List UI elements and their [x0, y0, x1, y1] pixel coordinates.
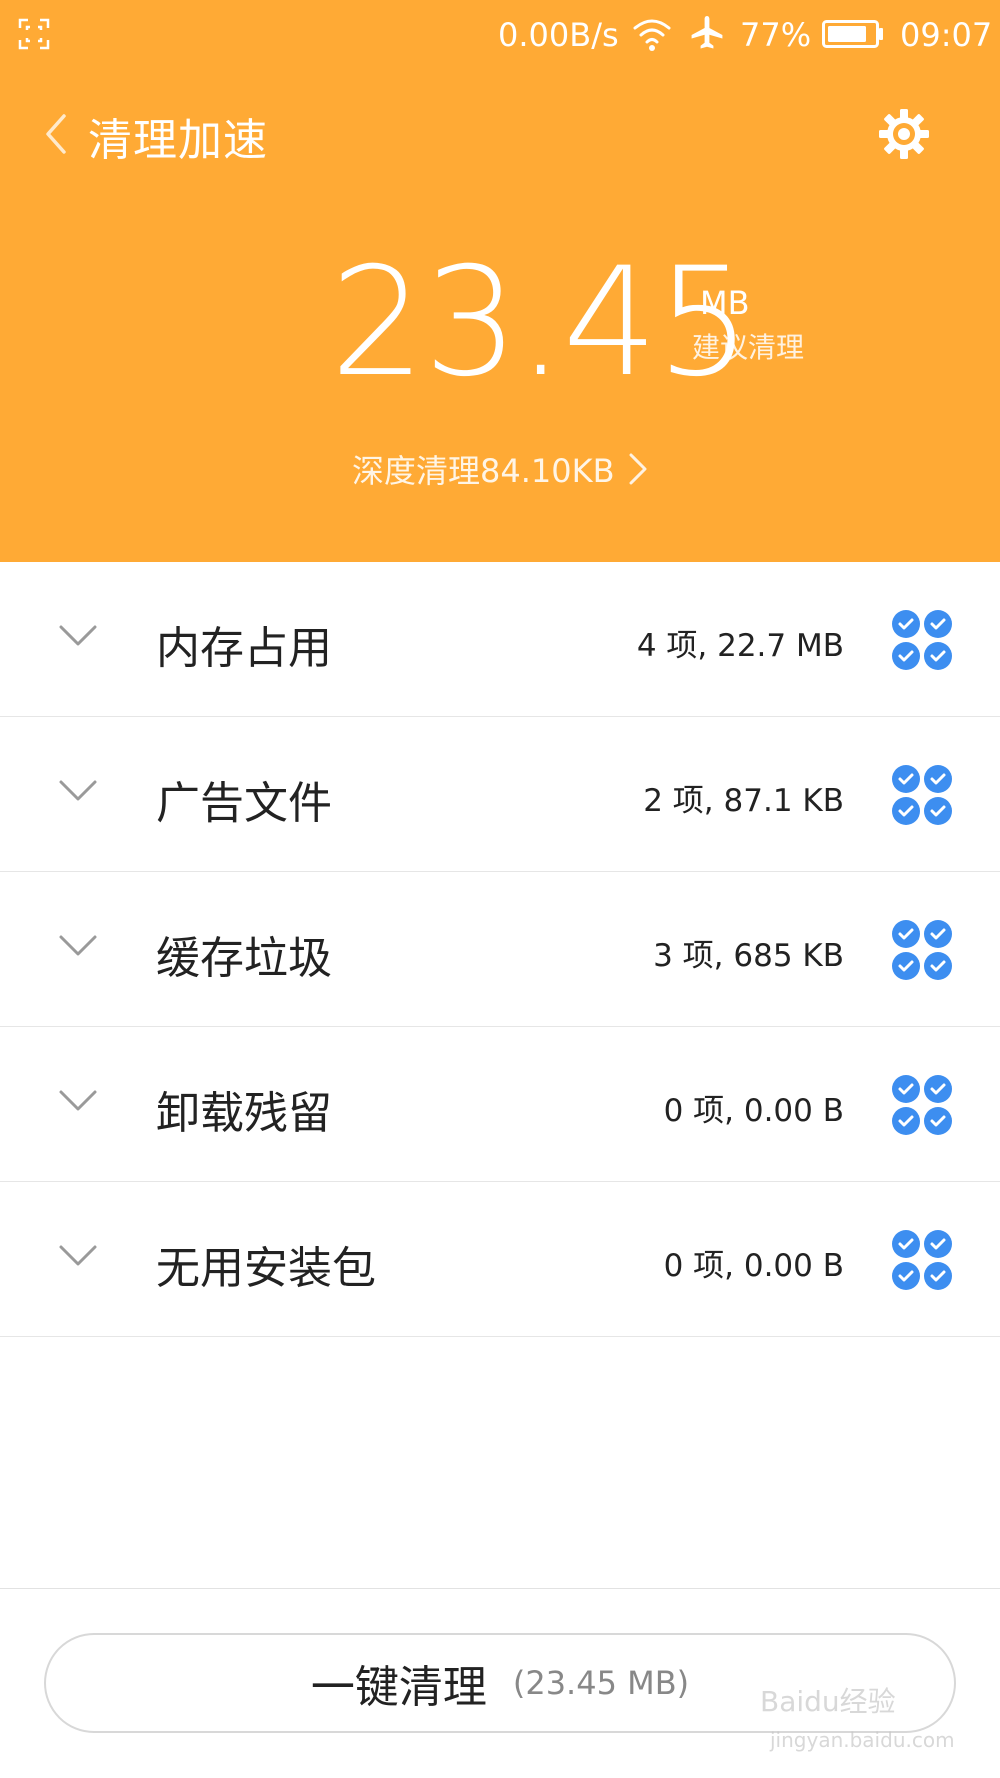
cleanup-category-list: 内存占用 4 项, 22.7 MB 广告文件 2 项, 87.1 KB 缓存垃圾…	[0, 562, 1000, 1337]
bottom-divider	[0, 1588, 1000, 1589]
category-row-ad-files[interactable]: 广告文件 2 项, 87.1 KB	[0, 717, 1000, 872]
battery-percent: 77%	[740, 16, 812, 54]
chevron-down-icon[interactable]	[58, 777, 98, 805]
category-label: 卸载残留	[156, 1088, 332, 1139]
network-speed: 0.00B/s	[498, 16, 619, 54]
select-all-check-icon[interactable]	[890, 763, 954, 827]
category-label: 无用安装包	[156, 1243, 376, 1294]
header: 0.00B/s 77% 09:07 清理加速 23.45 MB 建议清理 深度清…	[0, 0, 1000, 562]
chevron-right-icon	[629, 453, 647, 485]
select-all-check-icon[interactable]	[890, 608, 954, 672]
category-meta: 0 项, 0.00 B	[663, 1093, 844, 1129]
category-row-memory[interactable]: 内存占用 4 项, 22.7 MB	[0, 562, 1000, 717]
chevron-down-icon[interactable]	[58, 622, 98, 650]
category-meta: 4 项, 22.7 MB	[636, 628, 844, 664]
watermark-text: Baidu经验	[760, 1685, 896, 1718]
gear-icon[interactable]	[876, 106, 932, 162]
deep-clean-label: 深度清理84.10KB	[352, 452, 615, 490]
watermark-url: jingyan.baidu.com	[770, 1728, 955, 1752]
clean-button-label: 一键清理	[310, 1662, 487, 1713]
clean-size-value: 23.45	[330, 236, 751, 410]
category-label: 广告文件	[156, 778, 332, 829]
battery-icon	[822, 20, 883, 48]
clock: 09:07	[900, 16, 993, 54]
select-all-check-icon[interactable]	[890, 918, 954, 982]
chevron-down-icon[interactable]	[58, 1087, 98, 1115]
category-row-cache[interactable]: 缓存垃圾 3 项, 685 KB	[0, 872, 1000, 1027]
deep-clean-link[interactable]: 深度清理84.10KB	[352, 446, 649, 492]
chevron-down-icon[interactable]	[58, 1242, 98, 1270]
airplane-mode-icon	[691, 16, 723, 49]
category-meta: 3 项, 685 KB	[653, 938, 844, 974]
screenshot-icon	[18, 18, 50, 50]
wifi-icon	[633, 19, 671, 51]
chevron-down-icon[interactable]	[58, 932, 98, 960]
category-label: 缓存垃圾	[156, 933, 332, 984]
status-bar: 0.00B/s 77% 09:07	[0, 0, 1000, 72]
category-meta: 0 项, 0.00 B	[663, 1248, 844, 1284]
category-row-unused-apk[interactable]: 无用安装包 0 项, 0.00 B	[0, 1182, 1000, 1337]
select-all-check-icon[interactable]	[890, 1073, 954, 1137]
category-row-uninstall-residue[interactable]: 卸载残留 0 项, 0.00 B	[0, 1027, 1000, 1182]
clean-button-size: (23.45 MB)	[512, 1664, 690, 1702]
clean-size-unit: MB	[700, 284, 750, 322]
page-title: 清理加速	[88, 115, 268, 166]
category-meta: 2 项, 87.1 KB	[643, 783, 844, 819]
clean-size-caption: 建议清理	[692, 331, 805, 364]
back-button[interactable]	[36, 106, 76, 162]
category-label: 内存占用	[156, 623, 332, 674]
select-all-check-icon[interactable]	[890, 1228, 954, 1292]
